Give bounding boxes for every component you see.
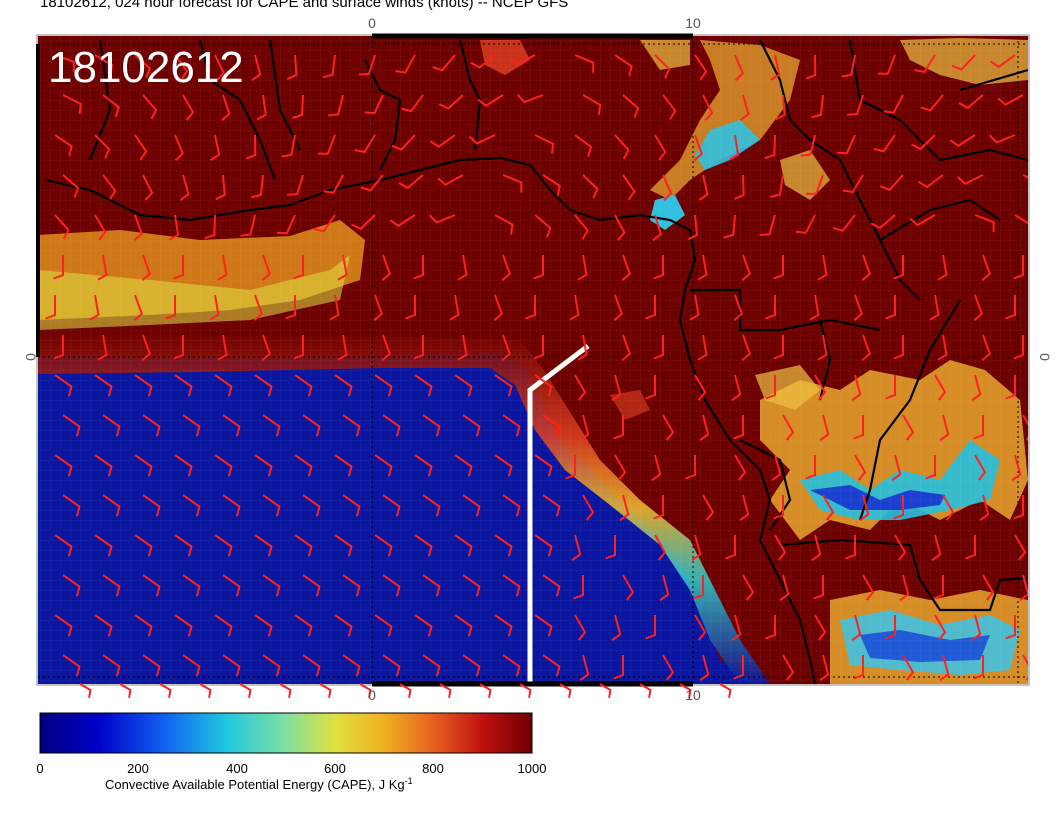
date-stamp: 18102612 [48, 43, 244, 92]
cape-field [38, 36, 1028, 684]
tick-right-0: 0 [1037, 353, 1053, 361]
colorbar-tick-0: 0 [36, 761, 43, 776]
wind-barb [279, 683, 292, 699]
wind-barb [119, 683, 132, 699]
colorbar [39, 712, 533, 754]
tick-top-0: 0 [368, 15, 376, 31]
wind-barb [159, 683, 172, 699]
map-svg: 0 10 0 10 0 0 18102612 0 200 400 600 800… [23, 15, 1053, 792]
colorbar-label-superscript: -1 [405, 776, 413, 786]
tick-bottom-10: 10 [685, 687, 701, 703]
wind-barb [199, 683, 212, 699]
colorbar-tick-200: 200 [127, 761, 149, 776]
colorbar-tick-400: 400 [226, 761, 248, 776]
map-figure: 0 10 0 10 0 0 18102612 0 200 400 600 800… [0, 0, 1056, 816]
colorbar-tick-800: 800 [422, 761, 444, 776]
tick-top-10: 10 [685, 15, 701, 31]
colorbar-label: Convective Available Potential Energy (C… [105, 776, 413, 792]
tick-bottom-0: 0 [368, 687, 376, 703]
wind-barb [239, 683, 252, 699]
colorbar-tick-1000: 1000 [518, 761, 547, 776]
tick-left-0: 0 [23, 353, 39, 361]
wind-barb [719, 683, 732, 699]
wind-barb [319, 683, 332, 699]
wind-barb [79, 683, 92, 699]
colorbar-tick-600: 600 [324, 761, 346, 776]
